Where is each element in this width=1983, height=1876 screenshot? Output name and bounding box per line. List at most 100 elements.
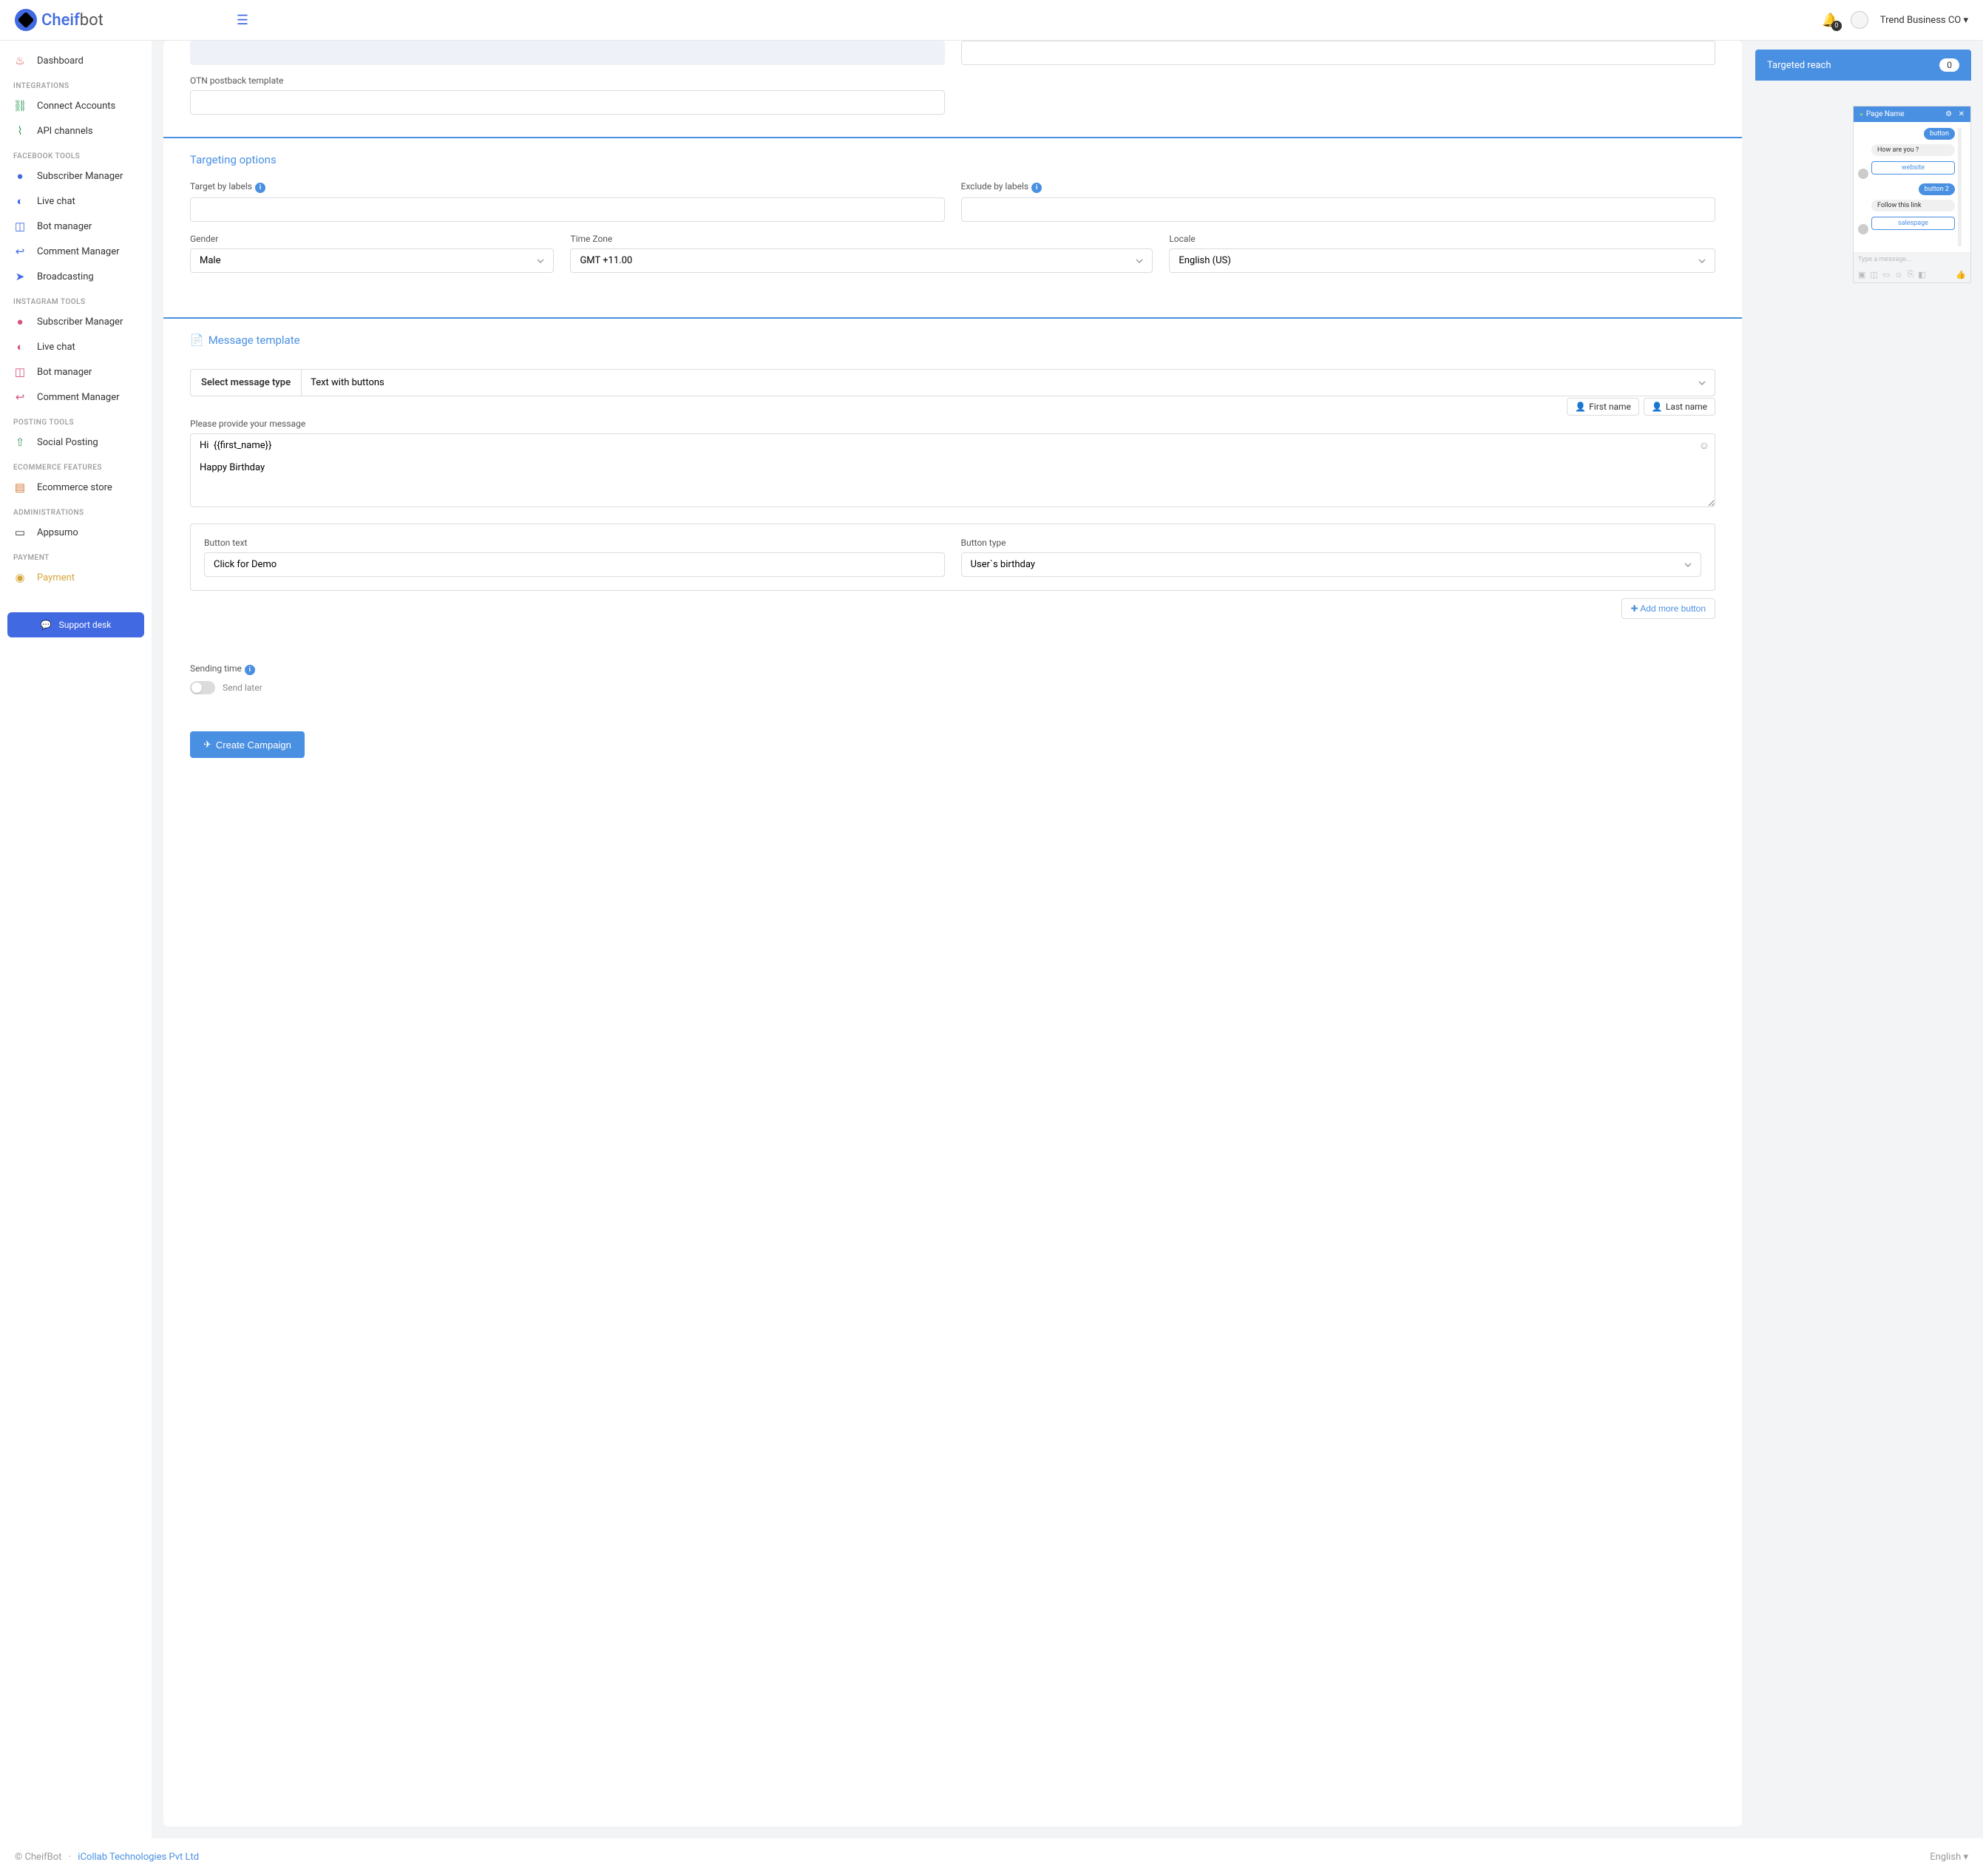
chat-reply-button[interactable]: website xyxy=(1871,161,1955,175)
otn-postback-input[interactable] xyxy=(190,90,945,115)
sidebar-item-ig-comment[interactable]: ↩Comment Manager xyxy=(7,385,144,410)
sidebar-item-dashboard[interactable]: ♨Dashboard xyxy=(7,48,144,73)
plus-icon: ✚ xyxy=(1631,603,1638,614)
sidebar: ♨Dashboard INTEGRATIONS ⛓Connect Account… xyxy=(0,41,152,1838)
gender-label: Gender xyxy=(190,234,554,244)
sidebar-label: Comment Manager xyxy=(37,392,120,403)
send-icon: ✈ xyxy=(203,739,211,751)
attachment-icon[interactable]: ⎘ xyxy=(1907,269,1913,280)
template-input-a[interactable] xyxy=(190,41,945,65)
language-dropdown[interactable]: English ▾ xyxy=(1930,1852,1968,1863)
button-type-label: Button type xyxy=(961,538,1702,548)
chat-icon-bar: ▣ ◫ ▭ ☺ ⎘ ◧ 👍 xyxy=(1854,266,1970,282)
gender-select[interactable]: Male xyxy=(190,248,554,273)
info-icon[interactable]: i xyxy=(1031,183,1042,193)
chat-bubble-in: Follow this link xyxy=(1871,200,1955,211)
targeted-reach-label: Targeted reach xyxy=(1767,60,1831,71)
emoji-icon[interactable]: ☺ xyxy=(1894,270,1902,280)
timezone-select[interactable]: GMT +11.00 xyxy=(570,248,1153,273)
sidebar-label: Live chat xyxy=(37,196,75,207)
chat-input-placeholder[interactable]: Type a message... xyxy=(1854,252,1970,266)
sidebar-item-social-posting[interactable]: ⇧Social Posting xyxy=(7,430,144,455)
sidebar-label: Ecommerce store xyxy=(37,482,112,493)
first-name-badge[interactable]: 👤First name xyxy=(1567,398,1639,416)
card-icon: ▭ xyxy=(13,526,27,539)
button-type-select[interactable]: User`s birthday xyxy=(961,552,1702,577)
message-type-select[interactable]: Text with buttons xyxy=(301,369,1715,396)
chat-reply-button[interactable]: salespage xyxy=(1871,217,1955,230)
sidebar-item-fb-bot[interactable]: ◫ Bot manager xyxy=(7,214,144,239)
target-labels-label: Target by labelsi xyxy=(190,181,945,193)
sidebar-label: Live chat xyxy=(37,342,75,353)
sidebar-item-api-channels[interactable]: ⌇API channels xyxy=(7,118,144,143)
sidebar-item-appsumo[interactable]: ▭Appsumo xyxy=(7,520,144,545)
sidebar-section-integrations: INTEGRATIONS xyxy=(7,73,144,93)
targeted-reach-count: 0 xyxy=(1939,58,1959,72)
emoji-icon[interactable]: ☺ xyxy=(1699,439,1709,452)
template-input-b[interactable] xyxy=(961,41,1716,65)
sidebar-item-fb-comment[interactable]: ↩Comment Manager xyxy=(7,239,144,264)
exclude-labels-input[interactable] xyxy=(961,197,1716,222)
add-more-button[interactable]: ✚ Add more button xyxy=(1621,598,1715,619)
copyright-text: © CheifBot xyxy=(15,1852,61,1863)
sidebar-label: Comment Manager xyxy=(37,246,120,257)
chat-avatar xyxy=(1858,224,1868,234)
sidebar-label: Subscriber Manager xyxy=(37,171,123,182)
image-icon[interactable]: ▣ xyxy=(1858,270,1865,280)
message-textarea[interactable] xyxy=(190,433,1715,507)
logo[interactable]: Cheifbot xyxy=(15,9,104,31)
sidebar-item-fb-livechat[interactable]: ◐ Live chat xyxy=(7,189,144,214)
notification-count: 0 xyxy=(1831,21,1842,31)
target-labels-input[interactable] xyxy=(190,197,945,222)
gif-icon[interactable]: ▭ xyxy=(1882,270,1890,280)
button-text-input[interactable] xyxy=(204,552,945,577)
sending-time-label: Sending timei xyxy=(190,663,1715,675)
menu-toggle-icon[interactable]: ☰ xyxy=(237,13,248,28)
sidebar-section-instagram: INSTAGRAM TOOLS xyxy=(7,289,144,309)
sidebar-item-ig-bot[interactable]: ◫Bot manager xyxy=(7,359,144,385)
sidebar-label: Bot manager xyxy=(37,221,92,232)
company-link[interactable]: iCollab Technologies Pvt Ltd xyxy=(78,1852,199,1863)
side-card: Targeted reach 0 ● Page Name ⚙ ✕ xyxy=(1755,41,1971,1826)
like-icon[interactable]: 👍 xyxy=(1956,270,1966,280)
targeting-options-title: Targeting options xyxy=(190,153,1715,166)
close-icon[interactable]: ✕ xyxy=(1959,110,1965,118)
sidebar-item-payment[interactable]: ◉Payment xyxy=(7,565,144,590)
create-campaign-button[interactable]: ✈Create Campaign xyxy=(190,731,305,758)
support-desk-button[interactable]: 💬Support desk xyxy=(7,612,144,637)
headset-icon: ◐ xyxy=(13,194,27,208)
account-dropdown[interactable]: Trend Business CO ▾ xyxy=(1880,15,1968,26)
sidebar-label: Broadcasting xyxy=(37,271,94,282)
account-name: Trend Business CO xyxy=(1880,15,1961,26)
last-name-badge[interactable]: 👤Last name xyxy=(1644,398,1715,416)
sidebar-item-ecommerce[interactable]: ▤ Ecommerce store xyxy=(7,475,144,500)
locale-select[interactable]: English (US) xyxy=(1169,248,1715,273)
info-icon[interactable]: i xyxy=(245,665,255,675)
info-icon[interactable]: i xyxy=(255,183,265,193)
chat-page-name: Page Name xyxy=(1866,110,1905,118)
footer: © CheifBot · iCollab Technologies Pvt Lt… xyxy=(0,1838,1983,1876)
robot-icon: ◫ xyxy=(13,220,27,233)
timezone-label: Time Zone xyxy=(570,234,1153,244)
logo-icon xyxy=(15,9,37,31)
msg-label: Please provide your message xyxy=(190,419,1715,429)
file-icon: 📄 xyxy=(190,333,204,347)
sidebar-item-connect-accounts[interactable]: ⛓Connect Accounts xyxy=(7,93,144,118)
wifi-icon: ⌇ xyxy=(13,124,27,138)
sticker-icon[interactable]: ◫ xyxy=(1870,270,1877,280)
notifications-button[interactable]: 🔔 0 xyxy=(1822,13,1838,28)
gear-icon[interactable]: ⚙ xyxy=(1945,110,1952,118)
send-later-toggle[interactable] xyxy=(190,681,215,694)
exclude-labels-label: Exclude by labelsi xyxy=(961,181,1716,193)
chat-bubble-out: button 2 xyxy=(1919,183,1955,195)
sidebar-item-ig-subscriber[interactable]: ●Subscriber Manager xyxy=(7,309,144,334)
store-icon: ▤ xyxy=(13,481,27,494)
sidebar-item-fb-broadcasting[interactable]: ➤Broadcasting xyxy=(7,264,144,289)
sidebar-section-admin: ADMINISTRATIONS xyxy=(7,500,144,520)
sidebar-item-fb-subscriber[interactable]: ●Subscriber Manager xyxy=(7,163,144,189)
camera-icon[interactable]: ◧ xyxy=(1918,270,1925,280)
user-icon: 👤 xyxy=(1652,402,1663,412)
account-avatar[interactable] xyxy=(1851,11,1868,29)
message-template-title: 📄Message template xyxy=(190,333,1715,347)
sidebar-item-ig-livechat[interactable]: ◐Live chat xyxy=(7,334,144,359)
